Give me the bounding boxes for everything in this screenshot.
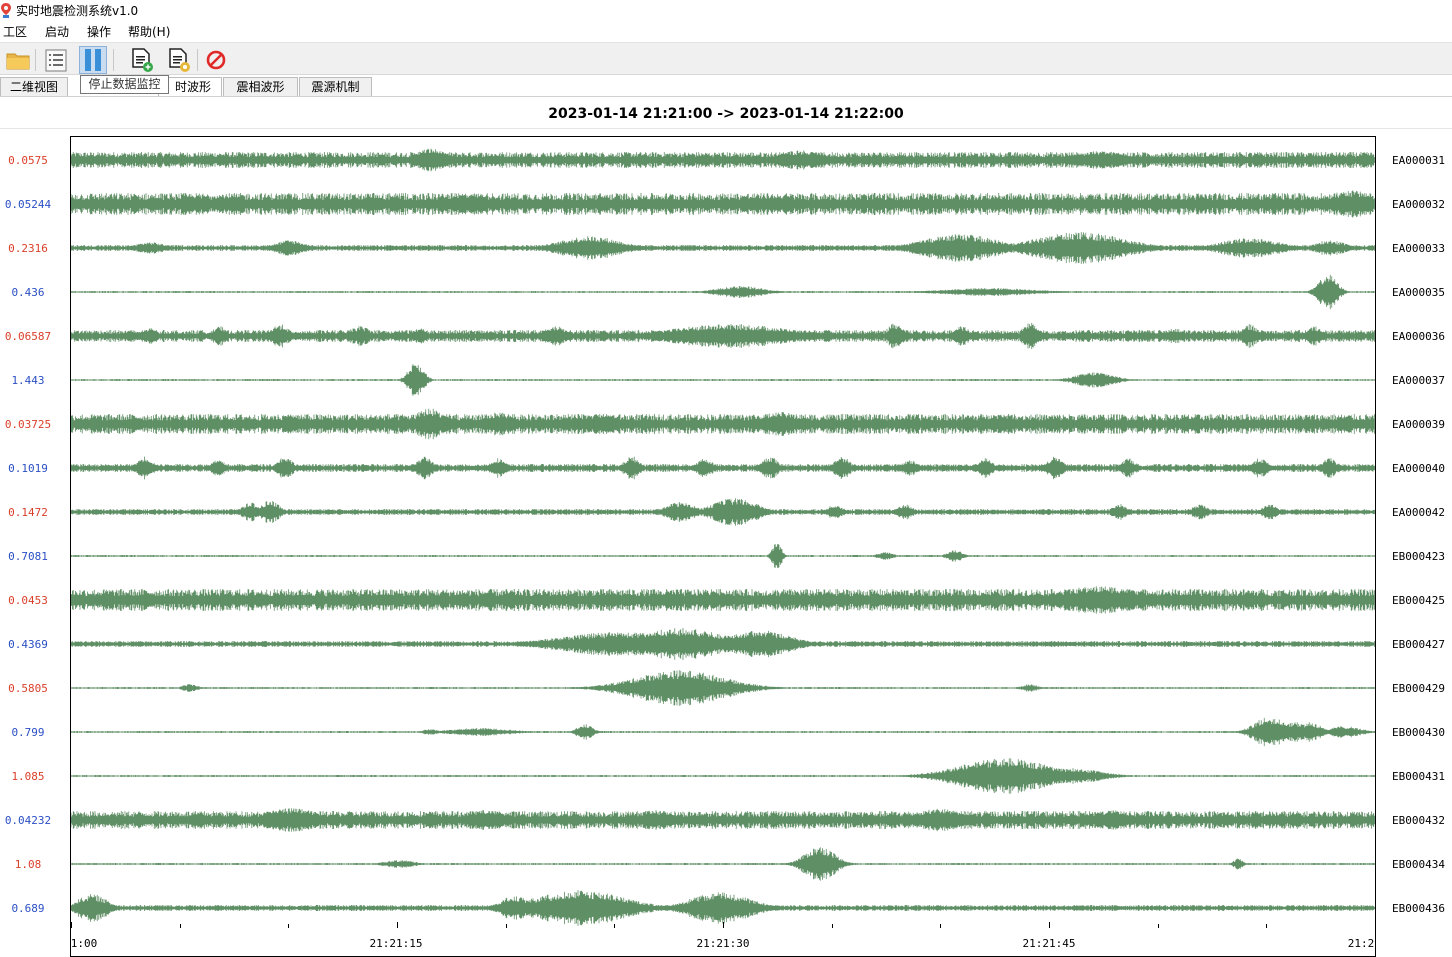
amplitude-label: 1.085	[11, 770, 44, 783]
waveform-trace-eb000425	[70, 586, 1375, 614]
station-label: EB000429	[1392, 682, 1445, 695]
waveform-trace-ea000040	[70, 456, 1375, 480]
station-label: EB000430	[1392, 726, 1445, 739]
waveform-plot[interactable]: 1:00 21:21:15 21:21:30 21:21:45 21:2 0.0575 E…	[0, 0, 1452, 957]
station-label: EA000040	[1392, 462, 1445, 475]
plot-frame	[70, 136, 1376, 957]
amplitude-label: 0.05244	[5, 198, 52, 211]
amplitude-label: 0.4369	[8, 638, 48, 651]
amplitude-label: 0.436	[11, 286, 44, 299]
station-label: EA000036	[1392, 330, 1445, 343]
station-label: EB000431	[1392, 770, 1445, 783]
station-label: EB000425	[1392, 594, 1445, 607]
waveform-trace-eb000427	[70, 628, 1375, 660]
amplitude-label: 0.5805	[8, 682, 48, 695]
x-axis-tick-label: 1:00	[71, 937, 98, 950]
waveform-trace-ea000032	[70, 190, 1375, 218]
station-label: EA000037	[1392, 374, 1445, 387]
waveform-trace-eb000430	[70, 717, 1375, 747]
station-label: EA000042	[1392, 506, 1445, 519]
amplitude-label: 0.1472	[8, 506, 48, 519]
amplitude-label: 0.03725	[5, 418, 51, 431]
station-label: EB000423	[1392, 550, 1445, 563]
amplitude-label: 0.06587	[5, 330, 51, 343]
waveform-trace-eb000434	[70, 847, 1375, 881]
station-label: EA000031	[1392, 154, 1445, 167]
amplitude-label: 0.0453	[8, 594, 48, 607]
x-axis-tick-label: 21:21:30	[697, 937, 750, 950]
station-label: EB000427	[1392, 638, 1445, 651]
waveform-trace-ea000035	[70, 274, 1375, 310]
waveform-trace-ea000039	[70, 408, 1375, 440]
amplitude-label: 0.2316	[8, 242, 48, 255]
amplitude-label: 0.04232	[5, 814, 51, 827]
amplitude-label: 0.689	[11, 902, 44, 915]
station-label: EA000035	[1392, 286, 1445, 299]
station-label: EB000436	[1392, 902, 1445, 915]
amplitude-label: 1.443	[11, 374, 44, 387]
station-label: EA000033	[1392, 242, 1445, 255]
x-axis-tick-label: 21:21:15	[370, 937, 423, 950]
waveform-trace-eb000423	[70, 544, 1375, 568]
station-label: EB000434	[1392, 858, 1445, 871]
amplitude-label: 0.1019	[8, 462, 48, 475]
station-label: EB000432	[1392, 814, 1445, 827]
amplitude-label: 0.799	[11, 726, 44, 739]
station-label: EA000039	[1392, 418, 1445, 431]
waveform-trace-eb000429	[70, 670, 1375, 706]
waveform-trace-ea000036	[70, 322, 1375, 350]
waveform-trace-eb000436	[70, 890, 1375, 926]
waveform-trace-eb000431	[70, 758, 1375, 794]
waveform-trace-ea000037	[70, 364, 1375, 396]
waveform-trace-ea000031	[70, 148, 1375, 172]
amplitude-label: 0.0575	[8, 154, 48, 167]
x-axis-tick-label: 21:21:45	[1023, 937, 1076, 950]
waveform-trace-ea000033	[70, 232, 1375, 264]
waveform-trace-ea000042	[70, 498, 1375, 526]
waveform-trace-eb000432	[70, 808, 1375, 832]
station-label: EA000032	[1392, 198, 1445, 211]
x-axis-tick-label: 21:2	[1348, 937, 1375, 950]
amplitude-label: 1.08	[15, 858, 42, 871]
amplitude-label: 0.7081	[8, 550, 48, 563]
